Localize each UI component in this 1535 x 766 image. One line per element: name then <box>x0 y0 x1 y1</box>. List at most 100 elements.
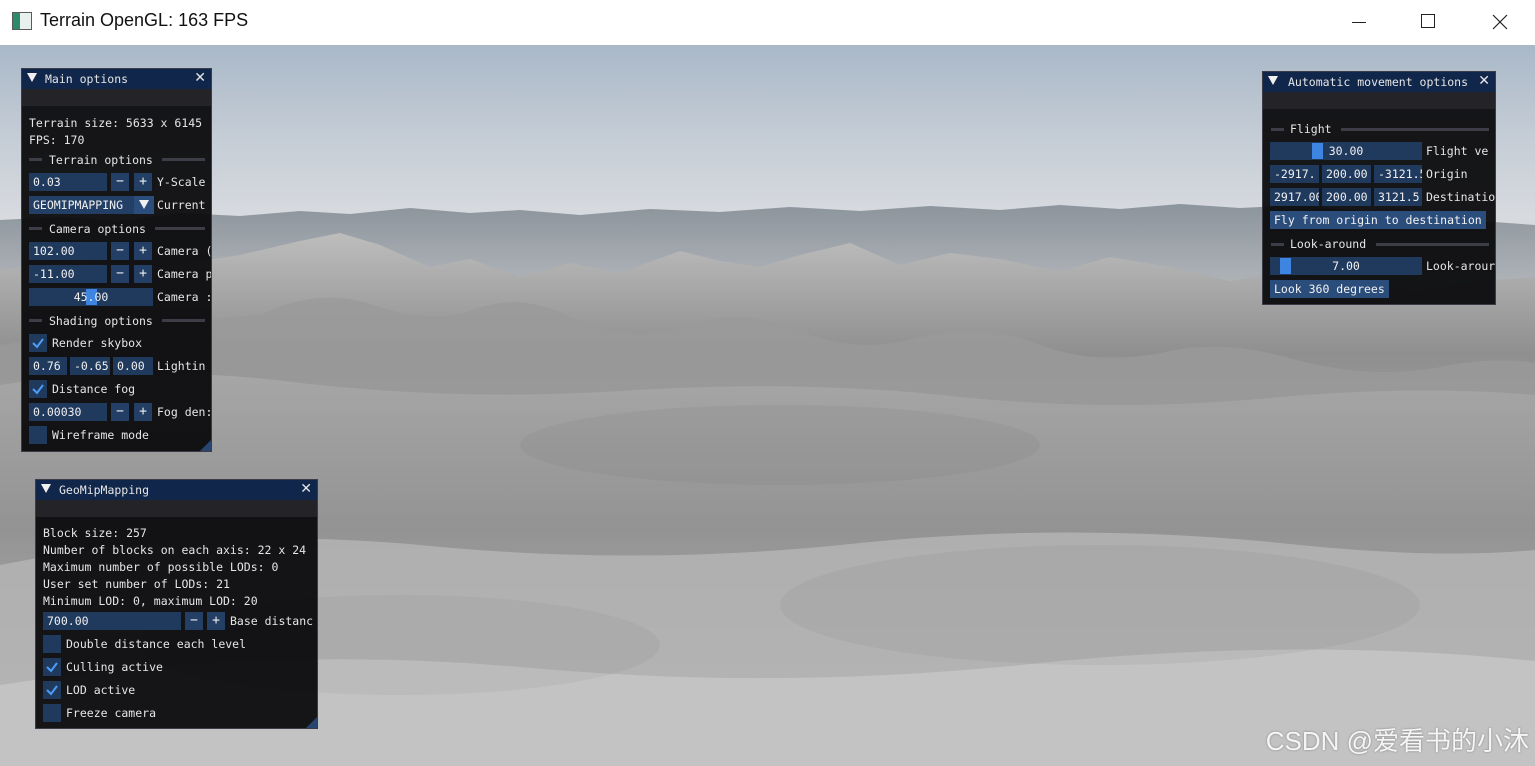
lod-checkbox[interactable] <box>43 681 61 699</box>
flight-heading: Flight <box>1290 122 1332 136</box>
look-speed-label: Look-arour <box>1426 259 1496 273</box>
window-titlebar: Terrain OpenGL: 163 FPS <box>0 0 1535 46</box>
wireframe-label: Wireframe mode <box>52 428 149 442</box>
fog-density-decrement-button[interactable]: − <box>111 403 129 421</box>
y-scale-decrement-button[interactable]: − <box>111 173 129 191</box>
base-distance-input[interactable]: 700.00 <box>43 612 181 630</box>
checkmark-icon <box>46 662 58 673</box>
base-distance-decrement-button[interactable]: − <box>185 612 203 630</box>
camera-field-1-increment-button[interactable]: + <box>134 242 152 260</box>
camera-field-3-slider[interactable]: 45.00 <box>29 288 153 306</box>
camera-field-3-label: Camera : <box>157 290 212 304</box>
menu-strip <box>36 500 317 517</box>
collapse-arrow-icon[interactable] <box>27 73 37 82</box>
minimize-icon <box>1352 22 1366 23</box>
lighting-z-input[interactable]: 0.00 <box>113 357 153 375</box>
render-skybox-checkbox[interactable] <box>29 334 47 352</box>
look-360-button[interactable]: Look 360 degrees <box>1270 280 1389 298</box>
main-options-titlebar[interactable]: Main options ✕ <box>22 69 211 89</box>
look-speed-slider[interactable]: 7.00 <box>1270 257 1422 275</box>
maximize-icon <box>1421 14 1435 28</box>
camera-field-2-increment-button[interactable]: + <box>134 265 152 283</box>
render-mode-label: Current <box>157 198 206 212</box>
destination-z-input[interactable]: 3121.5 <box>1374 188 1422 206</box>
flight-velocity-slider[interactable]: 30.00 <box>1270 142 1422 160</box>
slider-grab-handle[interactable] <box>1280 258 1291 274</box>
geomipmapping-panel: GeoMipMapping ✕ Block size: 257 Number o… <box>35 479 318 729</box>
checkmark-icon <box>46 685 58 696</box>
auto-movement-titlebar[interactable]: Automatic movement options ✕ <box>1263 72 1495 92</box>
resize-grip-icon[interactable] <box>200 440 211 451</box>
menu-strip <box>1263 92 1495 109</box>
wireframe-checkbox[interactable] <box>29 426 47 444</box>
lighting-x-input[interactable]: 0.76 <box>29 357 67 375</box>
maximize-button[interactable] <box>1393 0 1463 45</box>
collapse-arrow-icon[interactable] <box>1268 76 1278 85</box>
checkmark-icon <box>32 384 44 395</box>
camera-field-1-decrement-button[interactable]: − <box>111 242 129 260</box>
separator-line <box>29 158 42 161</box>
close-icon[interactable]: ✕ <box>194 70 206 86</box>
flight-velocity-label: Flight ve <box>1426 144 1489 158</box>
distance-fog-label: Distance fog <box>52 382 136 396</box>
camera-field-2-input[interactable]: -11.00 <box>29 265 107 283</box>
geomipmapping-titlebar[interactable]: GeoMipMapping ✕ <box>36 480 317 500</box>
base-distance-label: Base distanc <box>230 614 314 628</box>
terrain-options-heading: Terrain options <box>49 153 153 167</box>
checkmark-icon <box>32 338 44 349</box>
fog-density-increment-button[interactable]: + <box>134 403 152 421</box>
separator-line <box>1376 243 1489 246</box>
origin-x-input[interactable]: -2917. <box>1270 165 1319 183</box>
y-scale-increment-button[interactable]: + <box>134 173 152 191</box>
info-line: Maximum number of possible LODs: 0 <box>43 560 279 574</box>
lod-label: LOD active <box>66 683 136 697</box>
render-skybox-label: Render skybox <box>52 336 143 350</box>
collapse-arrow-icon[interactable] <box>41 484 51 493</box>
close-window-button[interactable] <box>1464 0 1534 45</box>
destination-x-input[interactable]: 2917.00 <box>1270 188 1319 206</box>
watermark-text: CSDN @爱看书的小沐 <box>1265 726 1529 756</box>
fog-density-input[interactable]: 0.00030 <box>29 403 107 421</box>
camera-field-3-value: 45.00 <box>73 290 109 304</box>
close-icon[interactable]: ✕ <box>1478 73 1490 89</box>
separator-line <box>1271 128 1284 131</box>
separator-line <box>162 158 205 161</box>
double-distance-label: Double distance each level <box>66 637 247 651</box>
camera-field-2-decrement-button[interactable]: − <box>111 265 129 283</box>
info-line: Number of blocks on each axis: 22 x 24 <box>43 543 307 557</box>
fly-button[interactable]: Fly from origin to destination <box>1270 211 1486 229</box>
destination-y-input[interactable]: 200.00 <box>1322 188 1371 206</box>
lighting-y-input[interactable]: -0.65 <box>70 357 110 375</box>
origin-y-input[interactable]: 200.00 <box>1322 165 1371 183</box>
y-scale-input[interactable]: 0.03 <box>29 173 107 191</box>
render-mode-select[interactable]: GEOMIPMAPPING <box>29 196 134 214</box>
menu-strip <box>22 89 211 106</box>
distance-fog-checkbox[interactable] <box>29 380 47 398</box>
separator-line <box>162 319 205 322</box>
info-line: Minimum LOD: 0, maximum LOD: 20 <box>43 594 258 608</box>
origin-z-input[interactable]: -3121.5 <box>1374 165 1422 183</box>
destination-label: Destinatio <box>1426 190 1496 204</box>
culling-checkbox[interactable] <box>43 658 61 676</box>
close-icon[interactable]: ✕ <box>300 481 312 497</box>
minimize-button[interactable] <box>1322 0 1392 45</box>
base-distance-increment-button[interactable]: + <box>207 612 225 630</box>
double-distance-checkbox[interactable] <box>43 635 61 653</box>
freeze-camera-checkbox[interactable] <box>43 704 61 722</box>
chevron-down-icon[interactable] <box>134 196 154 214</box>
separator-line <box>155 227 205 230</box>
main-options-title: Main options <box>45 72 129 86</box>
auto-movement-title: Automatic movement options <box>1288 75 1469 89</box>
fog-density-label: Fog den: <box>157 405 212 419</box>
terrain-size-text: Terrain size: 5633 x 6145 <box>29 116 203 130</box>
camera-field-1-label: Camera ( <box>157 244 212 258</box>
separator-line <box>29 319 42 322</box>
geomipmapping-title: GeoMipMapping <box>59 483 150 497</box>
look-around-heading: Look-around <box>1290 237 1367 251</box>
shading-options-heading: Shading options <box>49 314 153 328</box>
camera-field-1-input[interactable]: 102.00 <box>29 242 107 260</box>
separator-line <box>1271 243 1284 246</box>
slider-grab-handle[interactable] <box>1312 143 1323 159</box>
main-options-panel: Main options ✕ Terrain size: 5633 x 6145… <box>21 68 212 452</box>
resize-grip-icon[interactable] <box>306 717 317 728</box>
